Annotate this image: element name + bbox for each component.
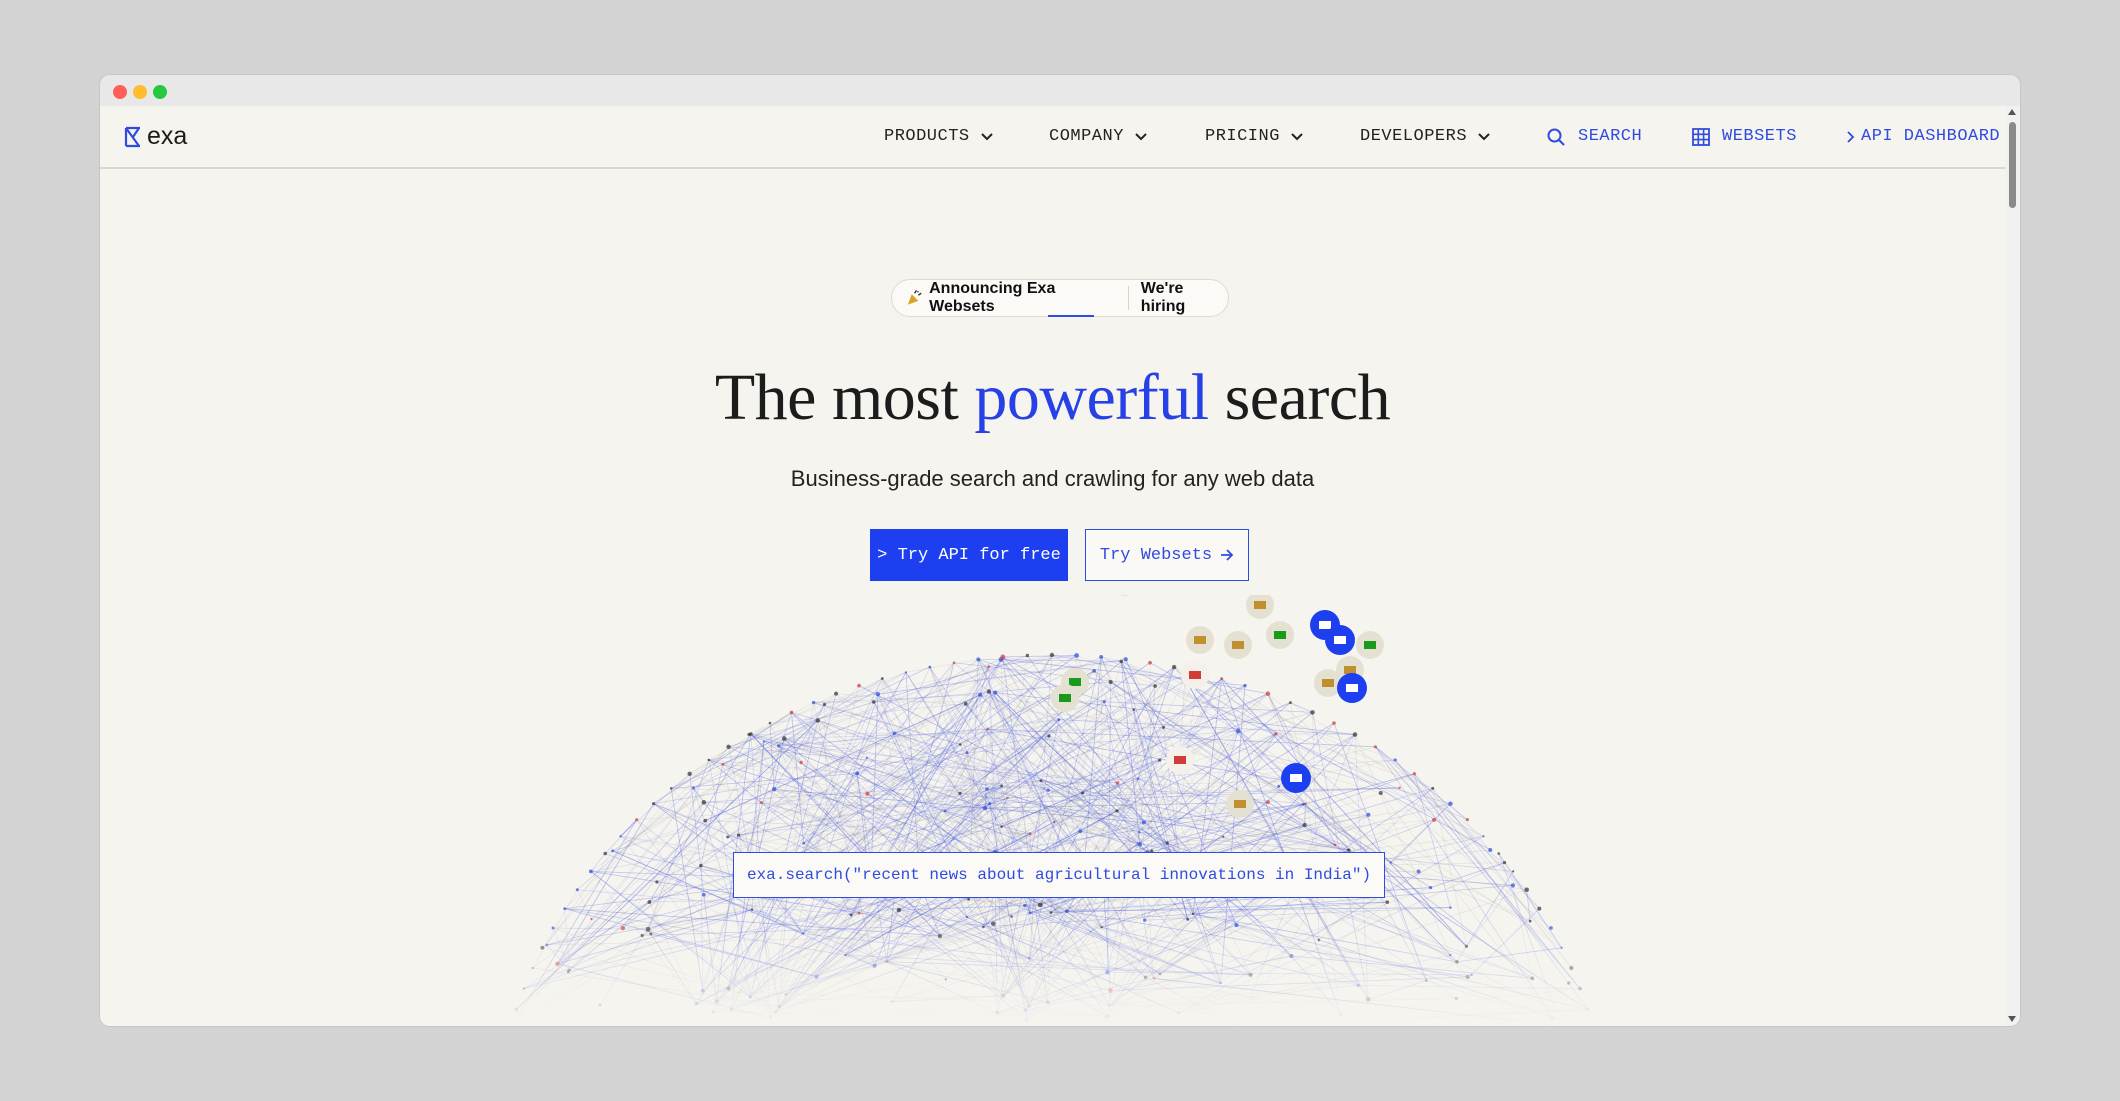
window-titlebar — [100, 75, 2020, 106]
maximize-window-button[interactable] — [153, 85, 167, 99]
logo-link[interactable]: exa — [124, 122, 187, 151]
chevron-down-icon — [1135, 132, 1147, 140]
nav-company-label: COMPANY — [1049, 127, 1124, 146]
top-navbar: exa PRODUCTS COMPANY PRICING DEVELOPERS … — [100, 106, 2005, 169]
hero-title: The most powerful search — [100, 360, 2005, 436]
try-api-label: > Try API for free — [877, 545, 1061, 565]
chevron-down-icon — [980, 132, 993, 140]
announcement-link[interactable]: Announcing Exa Websets — [892, 280, 1129, 315]
grid-icon — [1692, 127, 1710, 146]
hiring-link[interactable]: We're hiring — [1129, 280, 1228, 316]
announcement-text: Announcing Exa Websets — [929, 280, 1056, 315]
chevron-down-icon — [1478, 132, 1490, 140]
nav-products-label: PRODUCTS — [884, 127, 970, 146]
nav-pricing[interactable]: PRICING — [1205, 106, 1306, 167]
scrollbar-thumb[interactable] — [2009, 122, 2016, 208]
exa-logo-icon — [124, 126, 140, 147]
network-globe-illustration — [100, 595, 2005, 1026]
chevron-down-icon — [1291, 132, 1303, 140]
hero-subtitle: Business-grade search and crawling for a… — [790, 466, 1315, 491]
close-window-button[interactable] — [113, 85, 127, 99]
try-api-button[interactable]: > Try API for free — [870, 529, 1068, 581]
hero-title-accent: powerful — [974, 361, 1209, 434]
page-scrollbar[interactable] — [2005, 106, 2020, 1026]
nav-developers-label: DEVELOPERS — [1360, 127, 1468, 146]
try-websets-button[interactable]: Try Websets — [1085, 529, 1249, 581]
logo-text: exa — [147, 122, 188, 150]
hero-title-after: search — [1208, 361, 1391, 434]
party-popper-icon — [907, 289, 922, 305]
scroll-up-arrow-icon[interactable] — [2008, 109, 2016, 115]
search-icon — [1547, 128, 1565, 146]
nav-websets[interactable]: WEBSETS — [1692, 106, 1797, 167]
arrow-right-icon — [1221, 549, 1234, 561]
try-websets-label: Try Websets — [1099, 545, 1213, 565]
scroll-down-arrow-icon[interactable] — [2008, 1016, 2016, 1022]
announcement-badge: Announcing Exa Websets We're hiring — [891, 279, 1229, 317]
chevron-right-icon — [1847, 130, 1855, 143]
nav-api-dashboard-label: API DASHBOARD — [1861, 127, 2001, 146]
nav-search-label: SEARCH — [1578, 127, 1643, 146]
nav-company[interactable]: COMPANY — [1049, 106, 1150, 167]
hero-title-before: The most — [714, 361, 975, 434]
example-search-text: exa.search("recent news about agricultur… — [746, 866, 1372, 884]
nav-developers[interactable]: DEVELOPERS — [1360, 106, 1493, 167]
nav-websets-label: WEBSETS — [1722, 127, 1797, 146]
nav-search[interactable]: SEARCH — [1546, 106, 1642, 167]
badge-underline — [1048, 315, 1094, 317]
nav-pricing-label: PRICING — [1205, 127, 1280, 146]
nav-api-dashboard[interactable]: API DASHBOARD — [1845, 106, 2000, 167]
nav-products[interactable]: PRODUCTS — [884, 106, 996, 167]
minimize-window-button[interactable] — [133, 85, 147, 99]
example-search-query: exa.search("recent news about agricultur… — [733, 852, 1385, 898]
hiring-text: We're hiring — [1140, 280, 1186, 315]
browser-window: exa PRODUCTS COMPANY PRICING DEVELOPERS … — [100, 75, 2020, 1026]
